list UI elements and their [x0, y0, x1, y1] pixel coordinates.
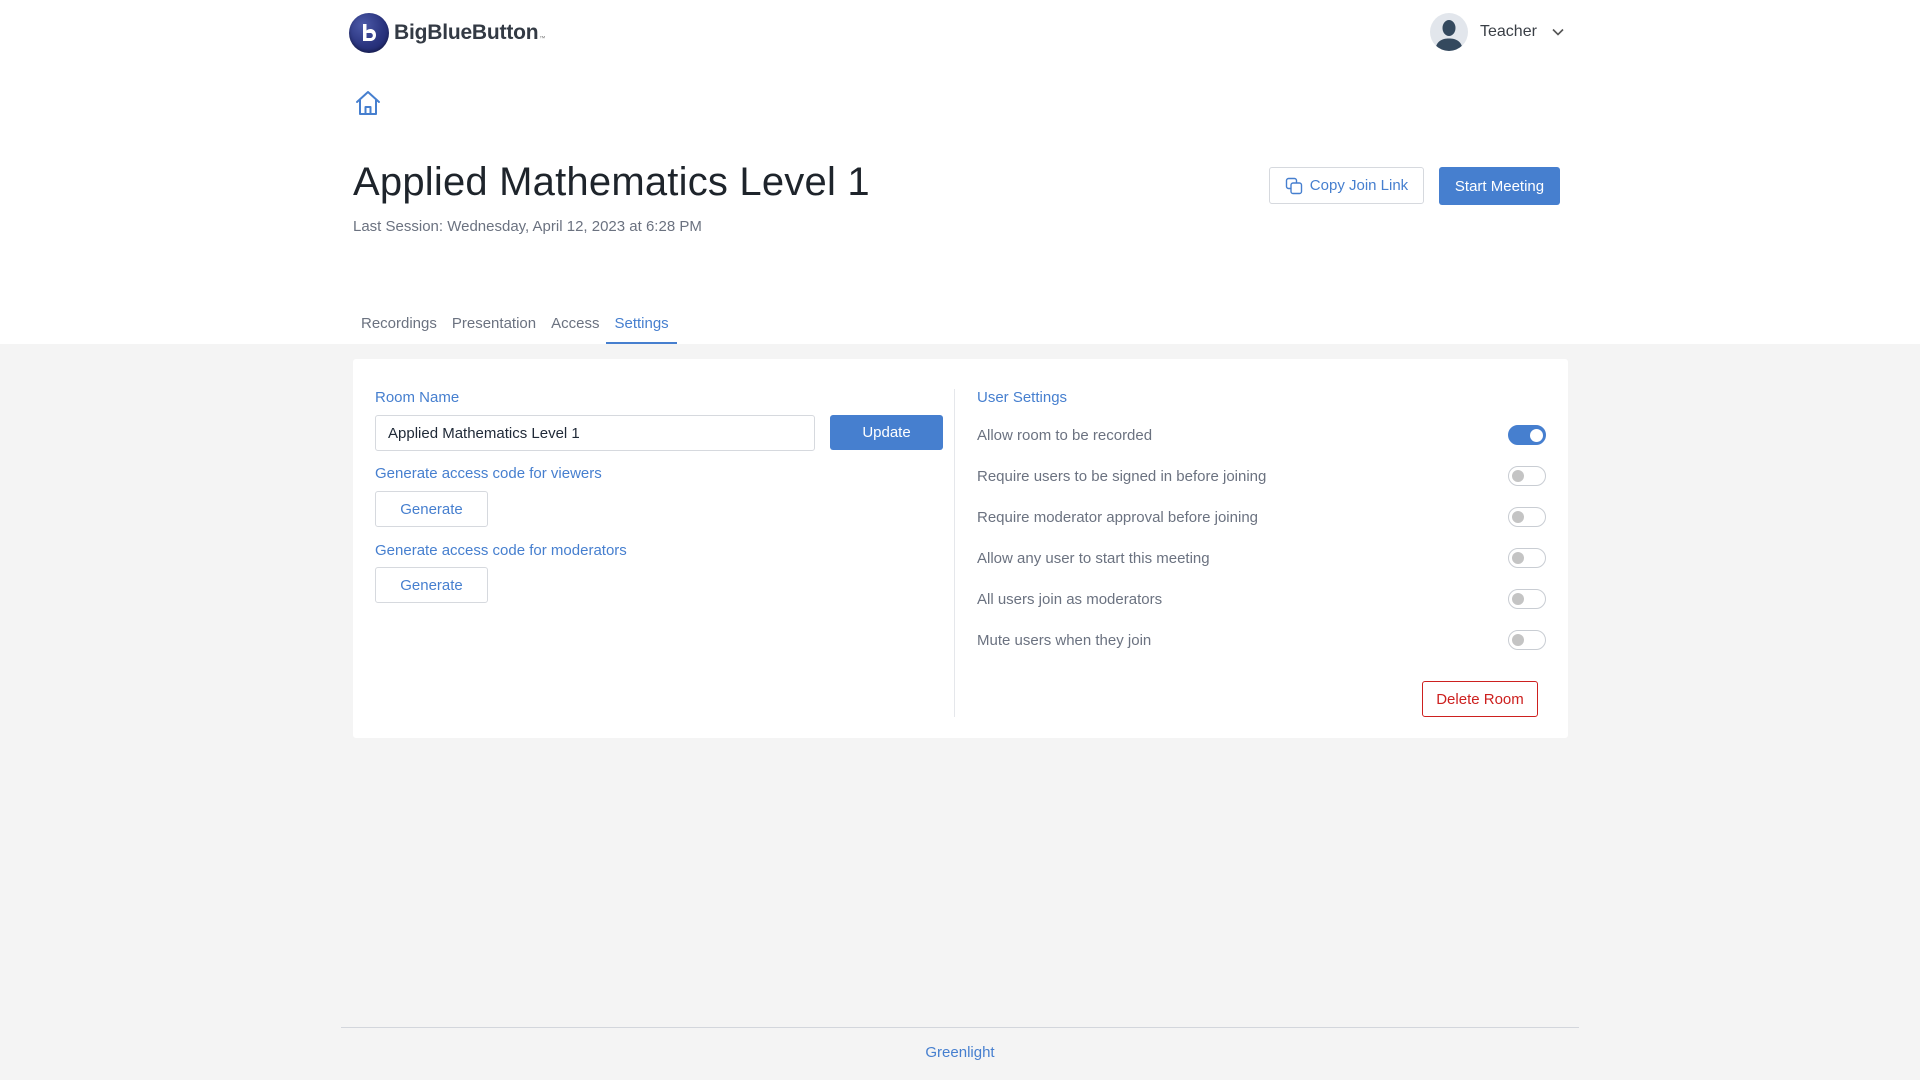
brand-logo[interactable]: BigBlueButton ™ [349, 13, 545, 53]
copy-join-link-label: Copy Join Link [1309, 177, 1409, 194]
toggle-knob [1512, 634, 1524, 646]
chevron-down-icon [1552, 28, 1564, 36]
setting-row: Allow any user to start this meeting [977, 546, 1547, 570]
delete-room-button[interactable]: Delete Room [1422, 681, 1538, 717]
viewer-access-code-label: Generate access code for viewers [375, 465, 602, 482]
copy-join-link-button[interactable]: Copy Join Link [1269, 167, 1424, 204]
toggle-knob [1530, 428, 1543, 442]
page-header-area: BigBlueButton ™ Teacher Applied Mathemat… [0, 0, 1920, 344]
setting-row: Allow room to be recorded [977, 423, 1547, 447]
toggle-knob [1512, 470, 1524, 482]
all-moderators-toggle[interactable] [1508, 589, 1546, 609]
generate-viewer-code-button[interactable]: Generate [375, 491, 488, 527]
room-name-input[interactable] [375, 415, 815, 451]
setting-label: Allow any user to start this meeting [977, 549, 1210, 567]
setting-row: Require users to be signed in before joi… [977, 464, 1547, 488]
update-room-name-button[interactable]: Update [830, 415, 943, 450]
generate-moderator-code-button[interactable]: Generate [375, 567, 488, 603]
page-title: Applied Mathematics Level 1 [353, 160, 870, 204]
room-tabs: Recordings Presentation Access Settings [353, 307, 677, 344]
user-silhouette-icon [1435, 20, 1463, 51]
require-signed-in-toggle[interactable] [1508, 466, 1546, 486]
mute-on-join-toggle[interactable] [1508, 630, 1546, 650]
setting-label: Require users to be signed in before joi… [977, 467, 1267, 485]
setting-label: Mute users when they join [977, 631, 1152, 649]
setting-label: Allow room to be recorded [977, 426, 1153, 444]
user-name: Teacher [1480, 23, 1537, 40]
tab-access[interactable]: Access [543, 307, 607, 344]
avatar [1430, 13, 1468, 51]
moderator-access-code-label: Generate access code for moderators [375, 542, 627, 559]
settings-card: Room Name Update Generate access code fo… [353, 359, 1568, 738]
any-user-start-toggle[interactable] [1508, 548, 1546, 568]
user-settings-heading: User Settings [977, 389, 1068, 406]
brand-name: BigBlueButton [394, 21, 539, 44]
allow-recording-toggle[interactable] [1508, 425, 1546, 445]
start-meeting-button[interactable]: Start Meeting [1439, 167, 1560, 205]
footer-greenlight-link[interactable]: Greenlight [0, 1044, 1920, 1061]
user-menu-dropdown[interactable]: Teacher [1430, 13, 1565, 51]
copy-icon [1285, 177, 1302, 194]
setting-row: Mute users when they join [977, 628, 1547, 652]
toggle-knob [1512, 552, 1524, 564]
setting-label: Require moderator approval before joinin… [977, 508, 1259, 526]
column-divider [954, 389, 955, 717]
tab-recordings[interactable]: Recordings [353, 307, 445, 344]
setting-row: Require moderator approval before joinin… [977, 505, 1547, 529]
bigbluebutton-logo-icon [349, 13, 389, 53]
footer-divider [341, 1027, 1579, 1028]
tab-presentation[interactable]: Presentation [444, 307, 544, 344]
toggle-knob [1512, 593, 1524, 605]
setting-row: All users join as moderators [977, 587, 1547, 611]
tab-settings[interactable]: Settings [606, 307, 677, 344]
require-approval-toggle[interactable] [1508, 507, 1546, 527]
setting-label: All users join as moderators [977, 590, 1163, 608]
last-session-text: Last Session: Wednesday, April 12, 2023 … [353, 218, 702, 235]
home-icon[interactable] [354, 89, 382, 117]
room-name-label: Room Name [375, 389, 460, 406]
toggle-knob [1512, 511, 1524, 523]
trademark-mark: ™ [539, 36, 546, 42]
